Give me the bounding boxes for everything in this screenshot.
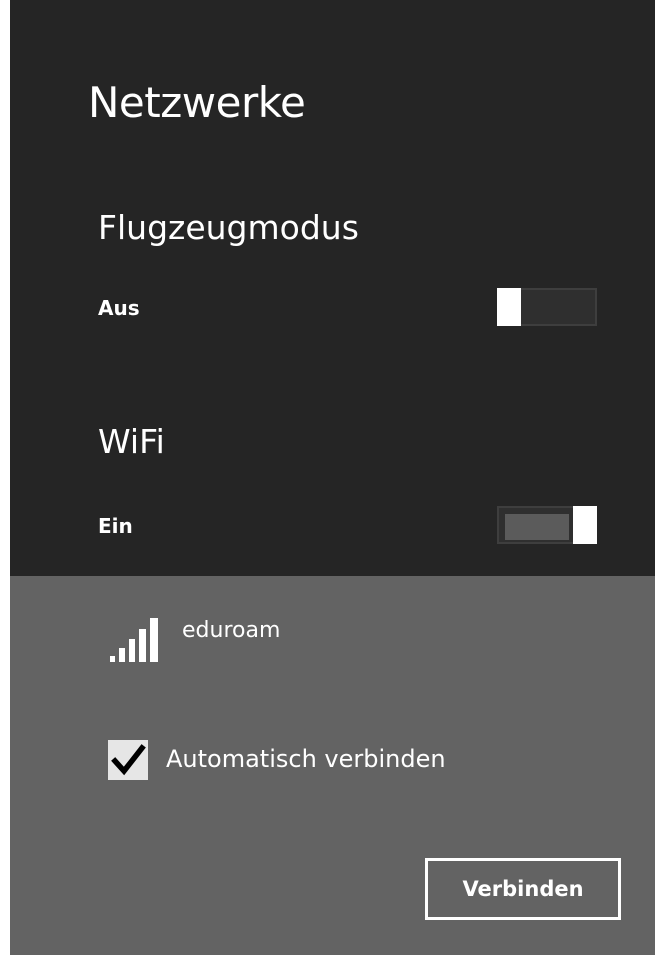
screen-edge-left	[0, 0, 10, 955]
signal-bar-3	[129, 639, 135, 662]
network-item-eduroam[interactable]: eduroam Automatisch verbinden Verbinden	[10, 576, 655, 955]
page-title: Netzwerke	[88, 78, 306, 127]
wifi-signal-bars-icon	[110, 618, 160, 662]
signal-bar-2	[119, 648, 125, 662]
signal-bar-5	[150, 618, 158, 662]
auto-connect-checkbox[interactable]	[108, 740, 148, 780]
wifi-signal-bars-svg	[110, 618, 158, 662]
wifi-toggle-thumb[interactable]	[573, 506, 597, 544]
wifi-toggle-fill	[505, 514, 569, 540]
airplane-mode-state-label: Aus	[98, 296, 140, 320]
signal-bar-1	[110, 656, 115, 662]
wifi-state-label: Ein	[98, 514, 133, 538]
airplane-mode-toggle[interactable]	[497, 288, 597, 326]
wifi-title: WiFi	[98, 422, 165, 461]
airplane-mode-toggle-thumb[interactable]	[497, 288, 521, 326]
checkmark-icon	[111, 744, 146, 776]
connect-button[interactable]: Verbinden	[425, 858, 621, 920]
wifi-toggle[interactable]	[497, 506, 597, 544]
signal-bar-4	[139, 629, 146, 662]
network-name: eduroam	[182, 618, 281, 643]
auto-connect-label[interactable]: Automatisch verbinden	[166, 745, 446, 773]
airplane-mode-title: Flugzeugmodus	[98, 208, 359, 247]
networks-panel: Netzwerke Flugzeugmodus Aus WiFi Ein edu…	[10, 0, 655, 955]
